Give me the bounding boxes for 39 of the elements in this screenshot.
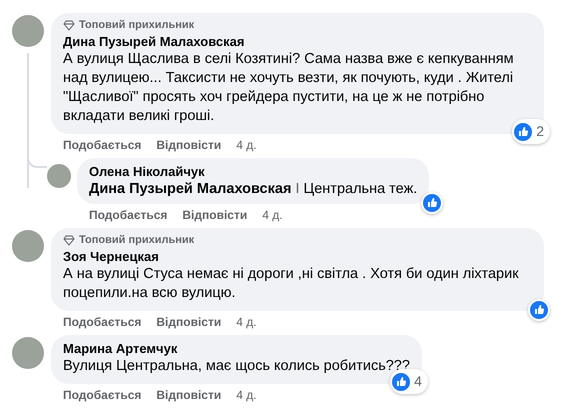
fan-badge-label: Топовий прихильник [79,18,194,33]
like-icon [423,194,442,212]
reaction-pill[interactable]: 2 [512,119,550,144]
action-link[interactable]: Відповісти [156,315,222,329]
comment-text: А на вулиці Стуса немає ні дороги ,ні світла . Хотя би один ліхтарик поцепили.на всю вулицю. [63,265,520,303]
reaction-count: 2 [536,122,545,141]
author-name[interactable]: Дина Пузырей Малаховская [63,33,532,50]
author-name[interactable]: Зоя Чернецкая [63,248,532,265]
comment-time: 4 д. [262,208,283,222]
comment-time: 4 д. [236,315,257,329]
action-link[interactable]: Подобається [63,388,142,402]
avatar[interactable] [12,230,44,262]
like-icon [530,301,548,319]
avatar[interactable] [47,164,71,188]
diamond-icon [63,20,75,31]
mention-link[interactable]: Дина Пузырей Малаховская [89,181,292,197]
avatar[interactable] [12,15,44,47]
action-link[interactable]: Подобається [63,138,142,152]
comment-time: 4 д. [236,138,257,152]
action-link[interactable]: Відповісти [182,208,248,222]
author-name[interactable]: Марина Артемчук [63,340,410,357]
reaction-pill[interactable] [421,192,444,214]
separator-text: I [295,181,300,197]
reaction-pill[interactable] [528,299,550,321]
reaction-count: 4 [414,372,423,391]
comment-text: А вулиця Щаслива в селі Козятині? Сама назва вже є кепкуванням над вулицею... Таксисти не хочуть везти, як почують, куди . Жителі "Щасливої" просять хоч грейдера пустити, на це ж не потрібно вкладати великі гроші. [63,50,515,126]
diamond-icon [63,235,75,246]
author-name[interactable]: Олена Ніколайчук [89,163,418,180]
comment-text: Дина Пузырей Малаховская I Центральна теж. [89,180,418,199]
action-link[interactable]: Подобається [89,208,168,222]
like-icon [392,372,410,390]
avatar[interactable] [12,337,44,369]
action-link[interactable]: Відповісти [156,388,222,402]
fan-badge-label: Топовий прихильник [79,233,194,248]
action-link[interactable]: Подобається [63,315,142,329]
comment-time: 4 д. [236,388,257,402]
reaction-pill[interactable]: 4 [390,369,428,394]
action-link[interactable]: Відповісти [156,138,222,152]
like-icon [514,122,532,140]
